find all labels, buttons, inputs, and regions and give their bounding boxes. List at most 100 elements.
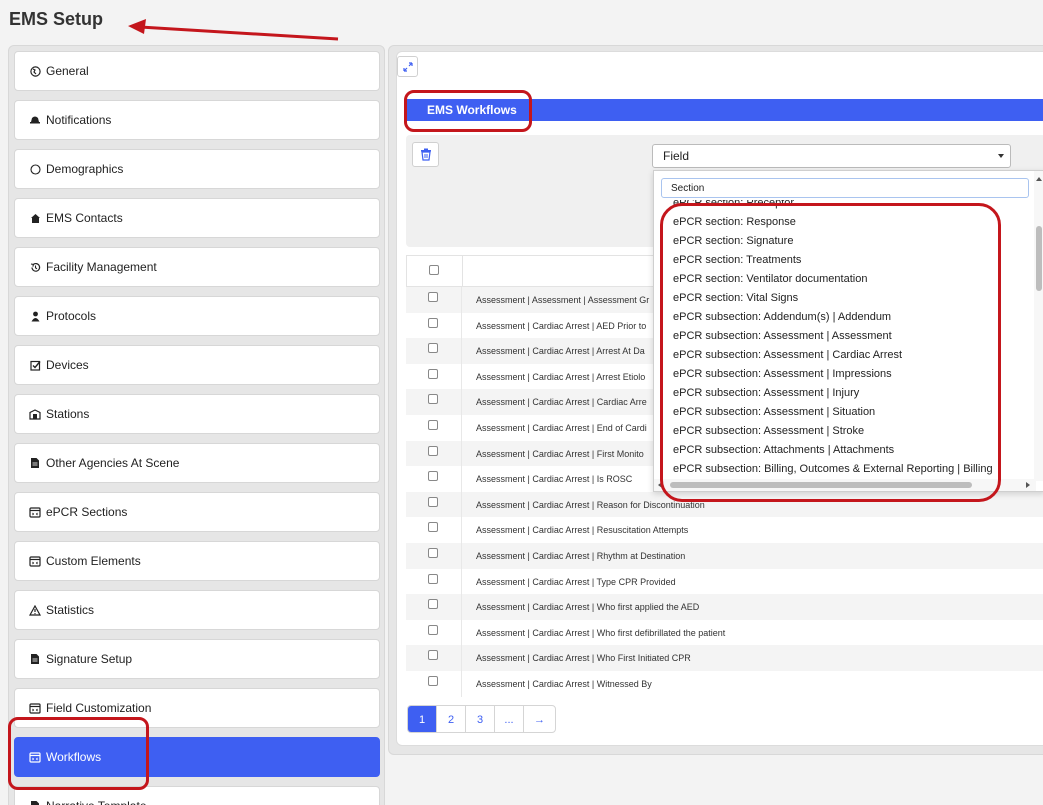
sidebar-item-label: Field Customization [46,701,152,715]
row-checkbox[interactable] [428,624,438,635]
expand-button[interactable] [397,56,418,77]
table-row[interactable]: Assessment | Cardiac Arrest | Rhythm at … [406,543,1043,569]
document-icon [29,800,41,805]
page-button[interactable]: 2 [437,706,466,732]
row-checkbox[interactable] [428,317,438,328]
globe-icon [29,65,41,77]
dropdown-option[interactable]: ePCR subsection: Assessment | Cardiac Ar… [673,349,902,361]
document-icon [29,457,41,469]
circle-icon [29,163,41,175]
sidebar-item-label: Other Agencies At Scene [46,456,180,470]
dropdown-option[interactable]: ePCR subsection: Assessment | Impression… [673,368,892,380]
sidebar-item-label: Devices [46,358,89,372]
sidebar-item-field-customization[interactable]: Field Customization [14,688,380,728]
dropdown-option[interactable]: ePCR subsection: Billing, Outcomes & Ext… [673,463,993,475]
row-checkbox[interactable] [428,445,438,456]
dropdown-option[interactable]: ePCR section: Preceptor [673,200,794,209]
annotation-arrow [128,19,339,41]
field-path-cell: Assessment | Cardiac Arrest | Type CPR P… [476,576,676,587]
select-all-checkbox[interactable] [429,265,439,275]
row-checkbox[interactable] [428,471,438,482]
sidebar-item-ems-contacts[interactable]: EMS Contacts [14,198,380,238]
table-row[interactable]: Assessment | Cardiac Arrest | Reason for… [406,491,1043,518]
field-path-cell: Assessment | Cardiac Arrest | First Moni… [476,448,644,459]
sidebar-item-label: Statistics [46,603,95,617]
row-checkbox[interactable] [428,420,438,430]
sidebar-item-facility-management[interactable]: Facility Management [14,247,380,287]
user-icon [29,310,41,322]
dropdown-horizontal-scrollbar[interactable] [654,479,1036,491]
scroll-left-icon[interactable] [658,482,662,488]
delete-button[interactable] [412,142,439,167]
dropdown-option[interactable]: ePCR subsection: Addendum(s) | Addendum [673,311,891,323]
sidebar-item-narrative-template[interactable]: Narrative Template [14,786,380,805]
table-row[interactable]: Assessment | Cardiac Arrest | Resuscitat… [406,517,1043,543]
sidebar-item-label: Notifications [46,113,112,127]
dropdown-search-input[interactable] [661,178,1029,198]
row-checkbox[interactable] [428,599,438,610]
row-checkbox[interactable] [428,496,438,507]
sidebar-item-signature-setup[interactable]: Signature Setup [14,639,380,679]
row-checkbox[interactable] [428,522,438,533]
row-checkbox[interactable] [428,650,438,661]
checkbox-icon [29,359,41,371]
table-row[interactable]: Assessment | Cardiac Arrest | Who first … [406,619,1043,646]
sidebar-item-general[interactable]: General [14,51,380,91]
sidebar-item-demographics[interactable]: Demographics [14,149,380,189]
sidebar-item-custom-elements[interactable]: Custom Elements [14,541,380,581]
dropdown-option[interactable]: ePCR section: Vital Signs [673,292,798,304]
sidebar-item-statistics[interactable]: Statistics [14,590,380,630]
dropdown-option[interactable]: ePCR section: Treatments [673,254,801,266]
sidebar-item-other-agencies-at-scene[interactable]: Other Agencies At Scene [14,443,380,483]
table-row[interactable]: Assessment | Cardiac Arrest | Witnessed … [406,671,1043,697]
field-path-cell: Assessment | Assessment | Assessment Gr [476,295,650,305]
dropdown-vertical-scrollbar[interactable] [1034,171,1043,481]
table-row[interactable]: Assessment | Cardiac Arrest | Type CPR P… [406,568,1043,595]
window-icon [29,702,41,714]
chevron-down-icon [998,154,1004,158]
sidebar-item-devices[interactable]: Devices [14,345,380,385]
row-checkbox[interactable] [428,343,438,354]
row-checkbox[interactable] [428,292,438,302]
row-checkbox[interactable] [428,368,438,379]
window-icon [29,751,41,763]
sidebar-item-label: EMS Contacts [46,211,123,225]
dropdown-option[interactable]: ePCR subsection: Assessment | Assessment [673,330,892,342]
sidebar-item-label: Stations [46,407,90,421]
workflows-title: EMS Workflows [427,103,517,117]
trash-icon [420,148,431,161]
table-row[interactable]: Assessment | Cardiac Arrest | Who First … [406,645,1043,671]
table-row[interactable]: Assessment | Cardiac Arrest | Who first … [406,594,1043,620]
sidebar-item-protocols[interactable]: Protocols [14,296,380,336]
page-button[interactable]: 3 [466,706,495,732]
row-checkbox[interactable] [428,676,438,686]
dropdown-option[interactable]: ePCR subsection: Assessment | Stroke [673,425,864,437]
sidebar-item-workflows[interactable]: Workflows [14,737,380,777]
sidebar-item-epcr-sections[interactable]: ePCR Sections [14,492,380,532]
row-checkbox[interactable] [428,548,438,558]
row-checkbox[interactable] [428,394,438,405]
field-path-cell: Assessment | Cardiac Arrest | Reason for… [476,499,705,510]
sidebar-item-notifications[interactable]: Notifications [14,100,380,140]
field-select[interactable]: Field [652,144,1011,168]
dropdown-option[interactable]: ePCR subsection: Attachments | Attachmen… [673,444,894,456]
history-icon [29,261,41,273]
scroll-right-icon[interactable] [1026,482,1030,488]
dropdown-option[interactable]: ePCR subsection: Assessment | Injury [673,387,859,399]
page-button[interactable]: 1 [408,706,437,732]
dropdown-option[interactable]: ePCR section: Response [673,216,796,228]
sidebar-item-stations[interactable]: Stations [14,394,380,434]
next-page-button[interactable]: → [524,706,555,732]
dropdown-option[interactable]: ePCR subsection: Assessment | Situation [673,406,875,418]
page-button[interactable]: ... [495,706,524,732]
dropdown-option[interactable]: ePCR section: Signature [673,235,793,247]
settings-sidebar: General Notifications Demographics EMS Cont… [8,45,385,805]
sidebar-item-label: General [46,64,89,78]
field-path-cell: Assessment | Cardiac Arrest | Witnessed … [476,679,652,689]
field-path-cell: Assessment | Cardiac Arrest | Who first … [476,602,700,613]
dropdown-option[interactable]: ePCR section: Ventilator documentation [673,273,867,285]
row-checkbox[interactable] [428,573,438,584]
scroll-up-icon[interactable] [1036,177,1042,181]
expand-icon [402,61,413,72]
document-icon [29,653,41,665]
